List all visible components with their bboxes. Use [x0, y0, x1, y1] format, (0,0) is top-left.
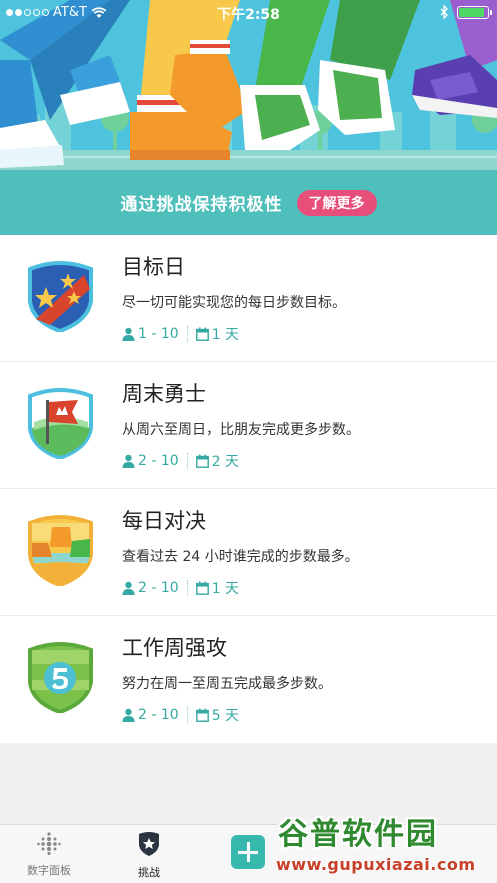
participants-count: 2 - 10 [138, 707, 179, 723]
duration-label: 2 天 [211, 454, 240, 470]
status-right [440, 5, 492, 19]
challenge-meta: 2 - 10 2 天 [122, 451, 239, 471]
duration-label: 5 天 [211, 708, 240, 724]
challenge-list: 目标日 尽一切可能实现您的每日步数目标。 1 - 10 1 天 周末勇士 从周六… [0, 235, 497, 743]
watermark: 谷普软件园 www.gupuxiazai.com [270, 803, 497, 883]
flag-badge-icon [28, 388, 93, 459]
challenge-description: 从周六至周日，比朋友完成更多步数。 [122, 422, 360, 438]
challenge-item-weekend-warrior[interactable]: 周末勇士 从周六至周日，比朋友完成更多步数。 2 - 10 2 天 [0, 362, 497, 489]
person-icon [122, 327, 135, 341]
add-challenge-button[interactable] [231, 835, 265, 869]
watermark-title: 谷普软件园 [278, 817, 438, 852]
calendar-icon [195, 581, 209, 595]
bluetooth-icon [440, 5, 448, 19]
duration-label: 1 天 [211, 327, 240, 343]
participants-count: 2 - 10 [138, 453, 179, 469]
challenge-meta: 2 - 10 1 天 [122, 578, 239, 598]
person-icon [122, 454, 135, 468]
participants-count: 2 - 10 [138, 580, 179, 596]
challenge-item-goal-day[interactable]: 目标日 尽一切可能实现您的每日步数目标。 1 - 10 1 天 [0, 235, 497, 362]
person-icon [122, 581, 135, 595]
challenge-description: 查看过去 24 小时谁完成的步数最多。 [122, 549, 359, 565]
calendar-icon [195, 708, 209, 722]
challenge-description: 尽一切可能实现您的每日步数目标。 [122, 295, 346, 311]
challenge-title: 每日对决 [122, 509, 206, 533]
calendar-icon [195, 327, 209, 341]
challenge-title: 工作周强攻 [122, 636, 227, 660]
challenge-meta: 2 - 10 5 天 [122, 705, 239, 725]
watermark-url: www.gupuxiazai.com [276, 855, 476, 874]
challenge-meta: 1 - 10 1 天 [122, 324, 239, 344]
challenge-item-daily-showdown[interactable]: 每日对决 查看过去 24 小时谁完成的步数最多。 2 - 10 1 天 [0, 489, 497, 616]
duration-label: 1 天 [211, 581, 240, 597]
challenge-title: 周末勇士 [122, 382, 206, 406]
stars-badge-icon [28, 261, 93, 332]
status-time: 下午2:58 [217, 7, 280, 23]
banner-title: 通过挑战保持积极性 [120, 195, 283, 215]
status-bar: AT&T 下午2:58 [0, 0, 497, 26]
dashboard-dots-icon [37, 832, 61, 856]
tab-challenges-label: 挑战 [138, 866, 160, 879]
challenge-title: 目标日 [122, 255, 185, 279]
tab-dashboard[interactable]: 数字面板 [14, 831, 84, 878]
challenge-description: 努力在周一至周五完成最多步数。 [122, 676, 332, 692]
tab-dashboard-label: 数字面板 [27, 864, 71, 877]
calendar-icon [195, 454, 209, 468]
number-five-badge-icon [28, 642, 93, 713]
challenge-banner: 通过挑战保持积极性 了解更多 [0, 170, 497, 235]
hero-illustration: 通过挑战保持积极性 了解更多 [0, 0, 497, 235]
shoes-badge-icon [28, 515, 93, 586]
challenge-item-workweek-hustle[interactable]: 工作周强攻 努力在周一至周五完成最多步数。 2 - 10 5 天 [0, 616, 497, 743]
learn-more-button[interactable]: 了解更多 [296, 189, 377, 216]
shield-star-icon [139, 832, 159, 856]
participants-count: 1 - 10 [138, 326, 179, 342]
tab-challenges[interactable]: 挑战 [114, 831, 184, 880]
battery-icon [457, 5, 492, 19]
person-icon [122, 708, 135, 722]
